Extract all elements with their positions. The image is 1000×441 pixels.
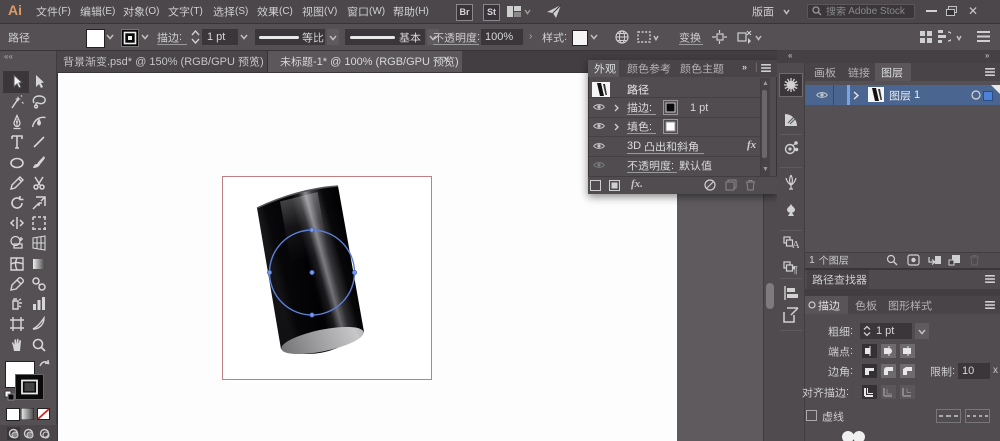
svg-text:A: A [792,239,799,251]
svg-text:¶: ¶ [793,265,798,276]
